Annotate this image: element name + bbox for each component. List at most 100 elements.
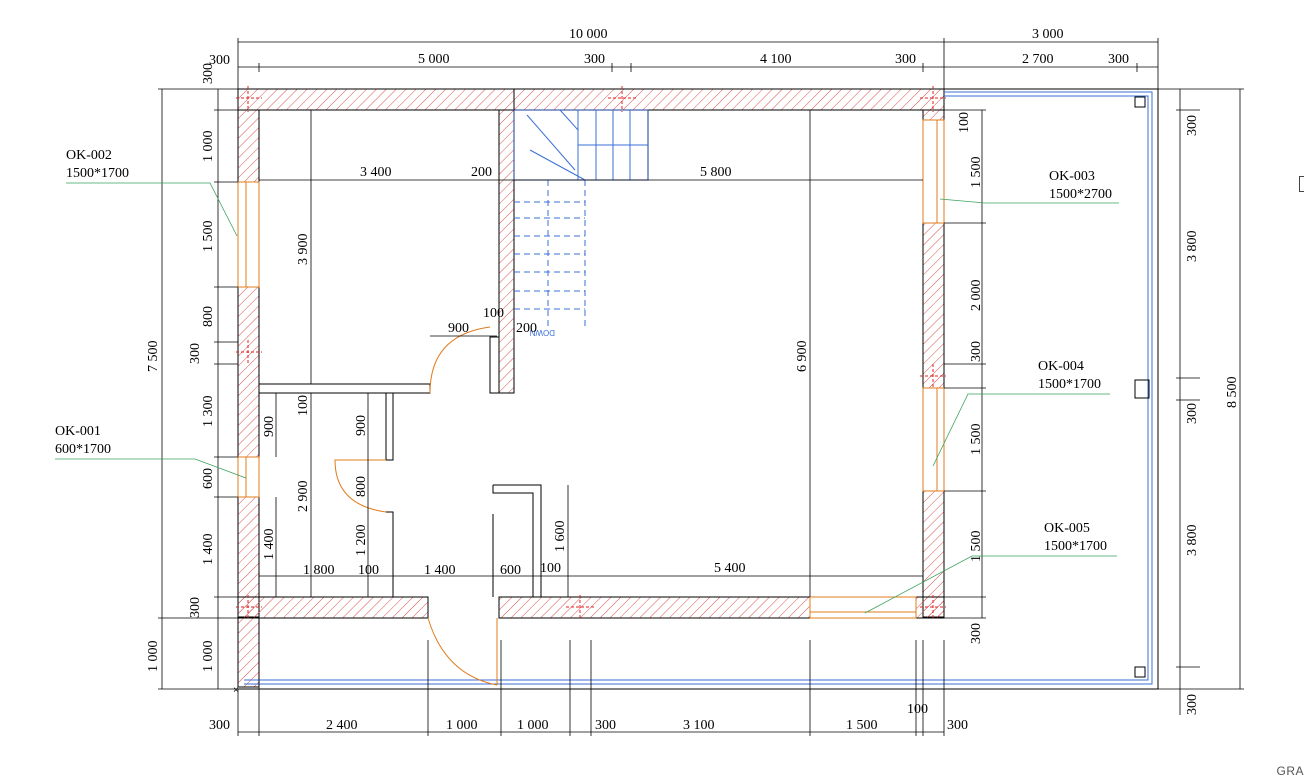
dim-interior: 1 400 <box>424 563 456 578</box>
dim-interior: 1 800 <box>303 563 335 578</box>
dim-bottom-seg: 1 000 <box>517 718 549 733</box>
dim-interior: 2 900 <box>296 481 311 513</box>
window-label-size: 1500*1700 <box>1044 539 1107 554</box>
dim-right-overall: 8 500 <box>1225 377 1240 409</box>
dim-left-overall-lower: 1 000 <box>146 641 161 673</box>
window-label-id: OK-003 <box>1049 169 1095 184</box>
dim-interior: 100 <box>483 306 504 321</box>
dim-top-seg: 300 <box>1108 52 1129 67</box>
dim-interior: 5 800 <box>700 165 732 180</box>
dim-left-seg: 1 400 <box>201 534 216 566</box>
dim-top-seg: 300 <box>584 52 605 67</box>
dim-interior: 100 <box>540 561 561 576</box>
dim-interior: 900 <box>262 416 277 437</box>
dim-right-seg: 300 <box>1185 115 1200 136</box>
wall-top-left <box>237 88 515 111</box>
origin-cross-icon: × <box>233 685 239 696</box>
wall-left-upper <box>237 109 260 183</box>
door-entrance <box>427 617 498 686</box>
window-ok-003 <box>922 119 945 224</box>
door-upper-room <box>429 326 491 394</box>
dim-left-overall: 7 500 <box>146 341 161 373</box>
window-label-size: 1500*1700 <box>1038 377 1101 392</box>
dim-left-seg: 300 <box>188 597 203 618</box>
axis-markers <box>236 86 946 620</box>
window-label-id: OK-004 <box>1038 359 1084 374</box>
dim-interior: 100 <box>358 563 379 578</box>
dim-bottom-seg: 3 100 <box>683 718 715 733</box>
corner-tab-label[interactable]: GRA <box>1276 764 1304 778</box>
dim-bottom-seg: 300 <box>947 718 968 733</box>
dim-interior: 600 <box>500 563 521 578</box>
dim-interior: 6 900 <box>795 341 810 373</box>
wall-right-mid <box>922 222 945 389</box>
dim-right-inner: 100 <box>957 112 972 133</box>
window-ok-001 <box>237 456 260 498</box>
wall-left-mid <box>237 286 260 458</box>
dim-left-seg: 1 000 <box>201 131 216 163</box>
wall-left-porch <box>237 616 260 688</box>
dim-right-inner: 1 500 <box>969 531 984 563</box>
wall-stair <box>498 109 515 394</box>
dim-left-seg: 1 000 <box>201 641 216 673</box>
window-label-size: 600*1700 <box>55 442 111 457</box>
edge-marker <box>1299 176 1304 192</box>
dim-top-seg: 4 100 <box>760 52 792 67</box>
dim-right-seg: 3 800 <box>1185 525 1200 557</box>
dim-interior: 800 <box>354 476 369 497</box>
floor-plan-drawing: DOWN 10 000 3 000 300 5 000 300 4 100 30… <box>55 27 1244 736</box>
dim-interior: 200 <box>471 165 492 180</box>
dim-interior: 3 400 <box>360 165 392 180</box>
window-label-size: 1500*2700 <box>1049 187 1112 202</box>
dim-interior: 1 600 <box>553 521 568 553</box>
dim-right-inner: 300 <box>969 623 984 644</box>
window-label-id: OK-001 <box>55 424 101 439</box>
partition-hall <box>492 484 542 598</box>
window-label-id: OK-005 <box>1044 521 1090 536</box>
dim-left-seg: 1 500 <box>201 221 216 253</box>
window-label-size: 1500*1700 <box>66 166 129 181</box>
wall-bottom-2 <box>498 596 811 619</box>
dim-top-overall-left: 10 000 <box>569 27 608 42</box>
doors <box>334 326 498 686</box>
dim-bottom-seg: 1 500 <box>846 718 878 733</box>
dim-bottom-seg: 300 <box>209 718 230 733</box>
dim-left-seg: 300 <box>188 343 203 364</box>
dim-left-seg: 600 <box>201 468 216 489</box>
dim-interior: 5 400 <box>714 561 746 576</box>
dim-top-seg: 2 700 <box>1022 52 1054 67</box>
window-ok-005 <box>809 596 917 619</box>
dim-top-seg: 300 <box>895 52 916 67</box>
dim-interior: 3 900 <box>296 234 311 266</box>
dim-interior: 1 200 <box>354 525 369 557</box>
dim-bottom-seg: 1 000 <box>446 718 478 733</box>
dim-interior: 100 <box>296 395 311 416</box>
wall-top-right <box>513 88 945 111</box>
dim-left-seg: 1 300 <box>201 396 216 428</box>
dim-interior: 200 <box>516 321 537 336</box>
window-labels: OK-002 1500*1700 OK-003 1500*2700 OK-004… <box>55 148 1112 554</box>
dim-right-inner: 300 <box>969 341 984 362</box>
wall-bottom-1 <box>237 596 429 619</box>
partition-post <box>489 336 500 394</box>
dim-top-overall-right: 3 000 <box>1032 27 1064 42</box>
window-ok-002 <box>237 181 260 288</box>
dim-interior: 900 <box>448 321 469 336</box>
partition-bath <box>385 392 394 461</box>
dim-left-seg: 800 <box>201 306 216 327</box>
dim-bottom-seg: 300 <box>595 718 616 733</box>
dim-top-seg: 5 000 <box>418 52 450 67</box>
dim-right-seg: 3 800 <box>1185 231 1200 263</box>
dim-interior: 1 400 <box>262 529 277 561</box>
window-label-id: OK-002 <box>66 148 112 163</box>
dim-bottom-seg: 100 <box>907 702 928 717</box>
dim-left-seg: 300 <box>201 63 216 84</box>
dim-bottom-seg: 2 400 <box>326 718 358 733</box>
dim-right-inner: 1 500 <box>969 157 984 189</box>
staircase <box>513 109 649 328</box>
dim-interior: 900 <box>354 415 369 436</box>
window-ok-004 <box>922 387 945 492</box>
dim-right-seg: 300 <box>1185 403 1200 424</box>
partition-bath-low <box>386 511 394 598</box>
dim-right-seg: 300 <box>1185 694 1200 715</box>
